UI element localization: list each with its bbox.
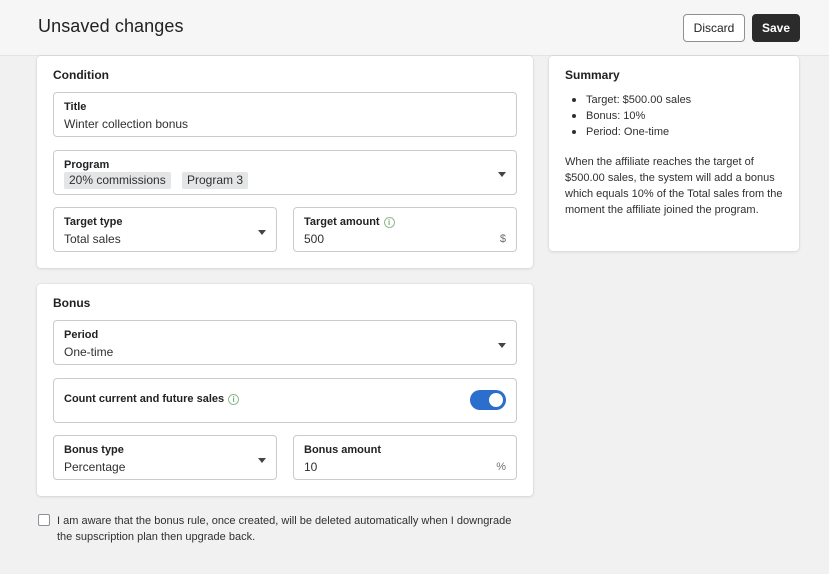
top-bar: Unsaved changes Discard Save: [0, 0, 829, 56]
info-icon[interactable]: i: [228, 393, 240, 405]
period-label: Period: [64, 329, 99, 341]
toggle-knob: [489, 393, 503, 407]
page-title: Unsaved changes: [38, 16, 184, 36]
target-type-value: Total sales: [64, 232, 121, 246]
summary-item: Period: One-time: [569, 124, 691, 140]
chevron-down-icon[interactable]: [258, 458, 266, 463]
target-amount-value: 500: [304, 232, 325, 246]
program-tag[interactable]: Program 3: [182, 172, 249, 189]
condition-card: Condition Title Winter collection bonus …: [37, 56, 533, 268]
chevron-down-icon[interactable]: [498, 172, 506, 177]
count-sales-label-wrap: Count current and future sales i: [64, 393, 240, 405]
program-tag[interactable]: 20% commissions: [64, 172, 171, 189]
bonus-type-value: Percentage: [64, 460, 126, 474]
chevron-down-icon[interactable]: [498, 343, 506, 348]
count-sales-label: Count current and future sales: [64, 393, 225, 405]
info-icon[interactable]: i: [383, 216, 395, 228]
condition-section-title: Condition: [53, 68, 109, 82]
bonus-type-select[interactable]: Bonus type Percentage: [53, 435, 277, 480]
title-field-label: Title: [64, 101, 87, 113]
bonus-amount-value: 10: [304, 460, 318, 474]
summary-item: Bonus: 10%: [569, 108, 691, 124]
bonus-amount-field[interactable]: Bonus amount 10 %: [293, 435, 517, 480]
percent-suffix: %: [496, 461, 506, 473]
target-amount-label: Target amount: [304, 216, 380, 228]
title-field[interactable]: Title Winter collection bonus: [53, 92, 517, 137]
bonus-type-label: Bonus type: [64, 444, 124, 456]
summary-description: When the affiliate reaches the target of…: [565, 156, 783, 216]
bonus-section-title: Bonus: [53, 296, 91, 310]
count-sales-row: Count current and future sales i: [53, 378, 517, 423]
agreement-checkbox[interactable]: [38, 514, 50, 526]
summary-list: Target: $500.00 sales Bonus: 10% Period:…: [569, 92, 691, 140]
summary-title: Summary: [565, 68, 620, 82]
currency-suffix: $: [499, 233, 506, 245]
save-button[interactable]: Save: [752, 14, 800, 42]
summary-item: Target: $500.00 sales: [569, 92, 691, 108]
target-amount-field[interactable]: Target amount i 500 $: [293, 207, 517, 252]
period-value: One-time: [64, 345, 114, 359]
count-sales-toggle[interactable]: [470, 390, 506, 410]
program-select[interactable]: Program 20% commissions Program 3: [53, 150, 517, 195]
period-select[interactable]: Period One-time: [53, 320, 517, 365]
program-select-label: Program: [64, 159, 110, 171]
bonus-card: Bonus Period One-time Count current and …: [37, 284, 533, 496]
discard-button[interactable]: Discard: [683, 14, 745, 42]
bonus-amount-label: Bonus amount: [304, 444, 381, 456]
target-amount-label-wrap: Target amount i: [304, 216, 395, 228]
target-type-label: Target type: [64, 216, 123, 228]
summary-card: Summary Target: $500.00 sales Bonus: 10%…: [549, 56, 799, 251]
title-field-value: Winter collection bonus: [64, 117, 189, 131]
chevron-down-icon[interactable]: [258, 230, 266, 235]
agreement-text: I am aware that the bonus rule, once cre…: [57, 515, 512, 543]
target-type-select[interactable]: Target type Total sales: [53, 207, 277, 252]
